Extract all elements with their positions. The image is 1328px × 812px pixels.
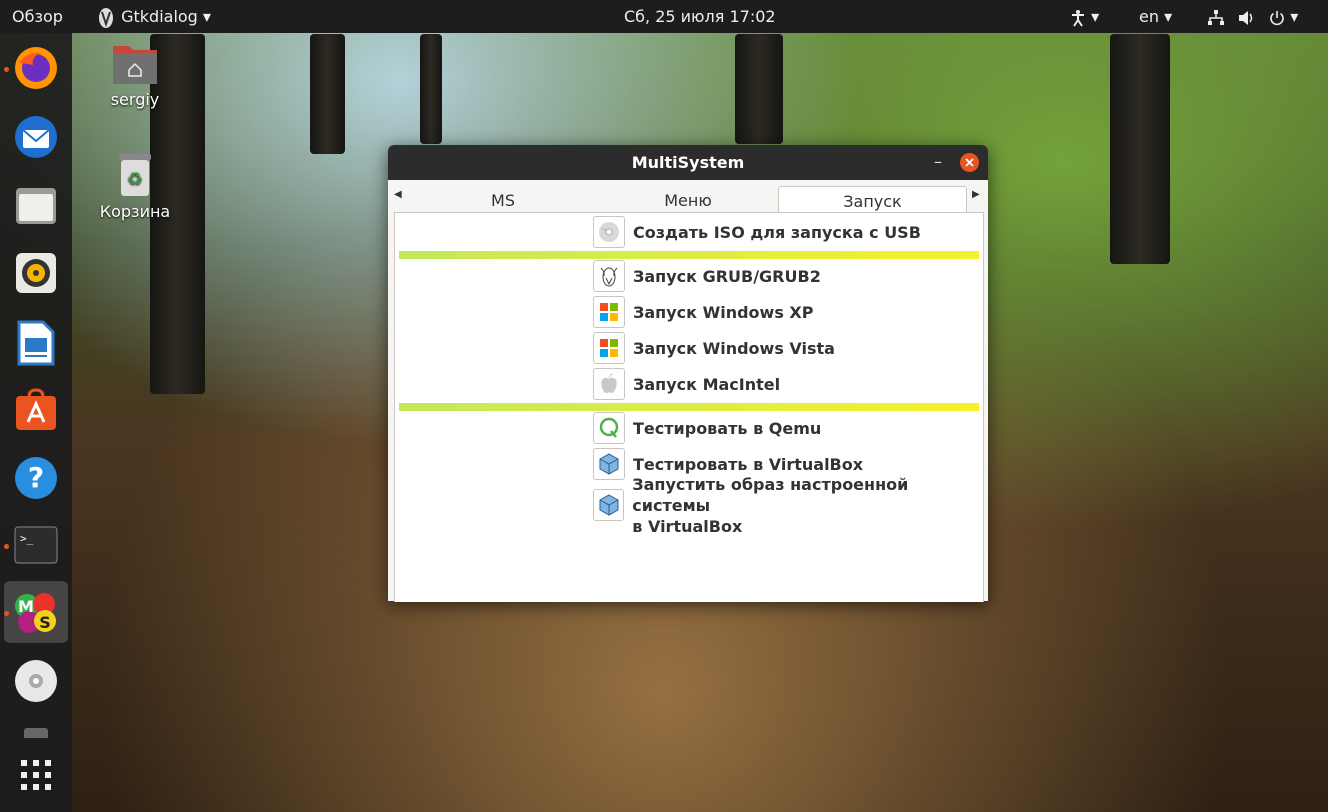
svg-text:M: M — [18, 597, 34, 616]
tree-trunk — [310, 34, 345, 154]
item-label: Тестировать в VirtualBox — [633, 454, 864, 474]
writer-icon[interactable] — [12, 319, 60, 367]
svg-text:>_: >_ — [20, 532, 34, 545]
power-icon — [1269, 7, 1285, 26]
app-menu[interactable]: Gtkdialog ▾ — [96, 0, 211, 33]
multisystem-icon[interactable]: MS — [12, 588, 60, 636]
chevron-down-icon: ▾ — [1164, 7, 1173, 26]
trash-icon: ♻ — [85, 152, 185, 202]
chevron-down-icon: ▾ — [202, 7, 211, 26]
thunderbird-icon[interactable] — [12, 113, 60, 161]
item-label-line2: в VirtualBox — [632, 516, 743, 536]
network-icon — [1207, 7, 1225, 26]
desktop-trash[interactable]: ♻ Корзина — [85, 152, 185, 221]
system-menu[interactable]: ▾ — [1207, 0, 1298, 33]
window-title: MultiSystem — [631, 153, 745, 172]
virtualbox-icon — [593, 448, 625, 480]
accessibility-menu[interactable]: ▾ — [1070, 0, 1099, 33]
terminal-icon[interactable]: >_ — [12, 521, 60, 569]
titlebar[interactable]: MultiSystem – — [388, 145, 988, 180]
item-label: Создать ISO для запуска с USB — [633, 222, 921, 242]
activities-button[interactable]: Обзор — [12, 0, 63, 33]
minimize-button[interactable]: – — [928, 152, 948, 172]
cd-icon — [593, 216, 625, 248]
tab-ms[interactable]: MS — [408, 186, 598, 212]
running-indicator — [4, 544, 9, 549]
firefox-icon[interactable] — [12, 44, 60, 92]
item-label: Запуск GRUB/GRUB2 — [633, 266, 821, 286]
macintel-item[interactable]: Запуск MacIntel — [593, 366, 780, 402]
top-bar: Обзор Gtkdialog ▾ Сб, 25 июля 17:02 ▾ en… — [0, 0, 1328, 33]
tree-trunk — [420, 34, 442, 144]
svg-text:?: ? — [28, 461, 44, 494]
virtualbox-icon — [593, 489, 625, 521]
tab-menu[interactable]: Меню — [593, 186, 783, 212]
close-icon — [965, 158, 974, 167]
running-indicator — [4, 611, 9, 616]
gnu-icon — [593, 260, 625, 292]
windows-icon — [593, 296, 625, 328]
show-apps-icon[interactable] — [12, 751, 60, 799]
apple-icon — [593, 368, 625, 400]
qemu-icon — [593, 412, 625, 444]
tab-scroll-left-icon[interactable]: ◀ — [394, 189, 402, 200]
svg-text:S: S — [39, 613, 51, 632]
accessibility-icon — [1070, 7, 1086, 27]
item-label: Запустить образ настроенной системы в Vi… — [632, 474, 983, 537]
svg-text:♻: ♻ — [127, 169, 143, 190]
files-icon[interactable] — [12, 182, 60, 230]
grub-item[interactable]: Запуск GRUB/GRUB2 — [593, 258, 821, 294]
item-label: Запуск Windows XP — [633, 302, 814, 322]
tab-launch[interactable]: Запуск — [778, 186, 967, 213]
rhythmbox-icon[interactable] — [12, 249, 60, 297]
chevron-down-icon: ▾ — [1091, 7, 1100, 26]
clock[interactable]: Сб, 25 июля 17:02 — [624, 0, 776, 33]
running-indicator — [4, 67, 9, 72]
home-folder-label: sergiy — [110, 90, 160, 109]
windows-xp-item[interactable]: Запуск Windows XP — [593, 294, 813, 330]
item-label: Тестировать в Qemu — [633, 418, 822, 438]
close-button[interactable] — [960, 153, 979, 172]
tree-trunk — [1110, 34, 1170, 264]
tab-scroll-right-icon[interactable]: ▶ — [972, 189, 980, 200]
trash-label: Корзина — [99, 202, 171, 221]
tree-trunk — [735, 34, 783, 144]
gnu-icon — [96, 7, 116, 28]
home-folder-icon — [85, 40, 185, 90]
item-label-line1: Запустить образ настроенной системы — [632, 474, 909, 515]
item-label: Запуск Windows Vista — [633, 338, 835, 358]
keyboard-layout-menu[interactable]: en ▾ — [1139, 0, 1172, 33]
virtualbox-image-item[interactable]: Запустить образ настроенной системы в Vi… — [593, 475, 983, 536]
create-iso-item[interactable]: Создать ISO для запуска с USB — [593, 214, 921, 250]
qemu-item[interactable]: Тестировать в Qemu — [593, 410, 821, 446]
drive-icon[interactable] — [24, 728, 48, 738]
windows-icon — [593, 332, 625, 364]
software-icon[interactable] — [12, 386, 60, 434]
cd-drive-icon[interactable] — [12, 657, 60, 705]
desktop-home-folder[interactable]: sergiy — [85, 40, 185, 109]
chevron-down-icon: ▾ — [1290, 7, 1299, 26]
multisystem-window: MultiSystem – ◀ MS Меню Запуск ▶ Создать… — [388, 145, 988, 602]
dock: ? >_ MS — [0, 33, 72, 812]
app-name: Gtkdialog — [121, 7, 198, 26]
launch-panel: Создать ISO для запуска с USB Запуск GRU… — [394, 212, 984, 602]
windows-vista-item[interactable]: Запуск Windows Vista — [593, 330, 835, 366]
tab-bar: ◀ MS Меню Запуск ▶ — [388, 181, 988, 213]
keyboard-layout: en — [1139, 7, 1159, 26]
help-icon[interactable]: ? — [12, 454, 60, 502]
item-label: Запуск MacIntel — [633, 374, 781, 394]
volume-icon — [1238, 7, 1256, 26]
